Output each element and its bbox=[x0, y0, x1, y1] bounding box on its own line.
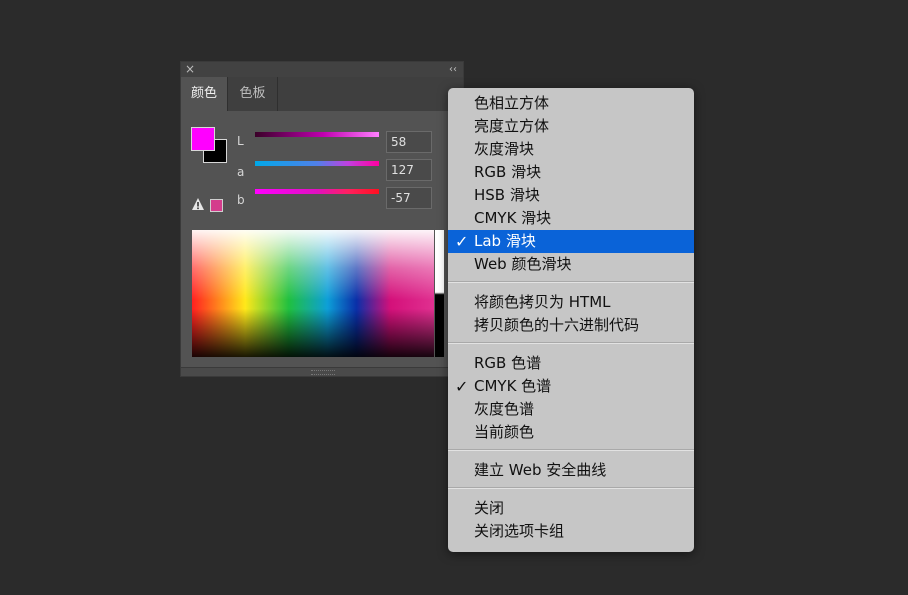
collapse-icon[interactable]: ‹‹ bbox=[449, 62, 457, 77]
l-slider-track[interactable] bbox=[255, 132, 379, 137]
b-slider-track[interactable] bbox=[255, 189, 379, 194]
menu-item[interactable]: 亮度立方体 bbox=[448, 115, 694, 138]
menu-item[interactable]: 色相立方体 bbox=[448, 92, 694, 115]
menu-item[interactable]: 灰度滑块 bbox=[448, 138, 694, 161]
a-slider-track[interactable] bbox=[255, 161, 379, 166]
menu-item-label: Lab 滑块 bbox=[474, 232, 536, 250]
menu-item[interactable]: CMYK 滑块 bbox=[448, 207, 694, 230]
panel-resize-grip[interactable] bbox=[181, 367, 463, 376]
color-panel: × ‹‹ 颜色 色板 ≡ L 58 a 127 b -57 bbox=[180, 61, 464, 377]
menu-item-label: CMYK 色谱 bbox=[474, 377, 552, 395]
menu-item[interactable]: ✓ Lab 滑块 bbox=[448, 230, 694, 253]
a-value-field[interactable]: 127 bbox=[386, 159, 432, 181]
menu-item-label: 亮度立方体 bbox=[474, 117, 550, 135]
panel-tabbar: 颜色 色板 ≡ bbox=[181, 77, 463, 111]
color-panel-menu: 色相立方体亮度立方体灰度滑块 RGB 滑块 HSB 滑块 CMYK 滑块 ✓ Lab 滑块… bbox=[448, 88, 694, 552]
menu-separator bbox=[448, 487, 694, 489]
menu-item[interactable]: Web 颜色滑块 bbox=[448, 253, 694, 276]
menu-item[interactable]: 将颜色拷贝为 HTML bbox=[448, 291, 694, 314]
checkmark-icon: ✓ bbox=[455, 232, 469, 251]
menu-item-label: 色相立方体 bbox=[474, 94, 550, 112]
panel-titlebar: × ‹‹ bbox=[181, 62, 463, 77]
menu-item-label: RGB 滑块 bbox=[474, 163, 542, 181]
menu-separator bbox=[448, 281, 694, 283]
menu-item-label: HSB 滑块 bbox=[474, 186, 540, 204]
menu-item[interactable]: 当前颜色 bbox=[448, 421, 694, 444]
menu-item-label: 关闭 bbox=[474, 499, 505, 517]
menu-separator bbox=[448, 342, 694, 344]
tab-swatches[interactable]: 色板 bbox=[228, 77, 277, 111]
menu-item-label: RGB 色谱 bbox=[474, 354, 542, 372]
menu-item-label: 关闭选项卡组 bbox=[474, 522, 565, 540]
menu-item-label: 将颜色拷贝为 HTML bbox=[474, 293, 611, 311]
menu-item[interactable]: RGB 色谱 bbox=[448, 352, 694, 375]
foreground-color-swatch[interactable] bbox=[191, 127, 215, 151]
menu-item[interactable]: RGB 滑块 bbox=[448, 161, 694, 184]
menu-item-label: CMYK 滑块 bbox=[474, 209, 552, 227]
grip-dots bbox=[311, 370, 335, 375]
b-value-field[interactable]: -57 bbox=[386, 187, 432, 209]
menu-separator bbox=[448, 449, 694, 451]
channel-label-l: L bbox=[237, 134, 244, 148]
menu-item[interactable]: 关闭选项卡组 bbox=[448, 520, 694, 543]
menu-item[interactable]: 灰度色谱 bbox=[448, 398, 694, 421]
channel-label-b: b bbox=[237, 193, 245, 207]
menu-item-label: 拷贝颜色的十六进制代码 bbox=[474, 316, 640, 334]
channel-label-a: a bbox=[237, 165, 245, 179]
close-icon[interactable]: × bbox=[185, 62, 195, 77]
black-white-ramp[interactable] bbox=[435, 230, 444, 357]
menu-item-label: 建立 Web 安全曲线 bbox=[474, 461, 607, 479]
menu-item[interactable]: 建立 Web 安全曲线 bbox=[448, 459, 694, 482]
tab-divider bbox=[277, 77, 278, 111]
menu-item-label: 灰度色谱 bbox=[474, 400, 535, 418]
menu-item[interactable]: HSB 滑块 bbox=[448, 184, 694, 207]
menu-item-label: Web 颜色滑块 bbox=[474, 255, 572, 273]
menu-item[interactable]: 关闭 bbox=[448, 497, 694, 520]
color-spectrum[interactable] bbox=[192, 230, 434, 357]
gamut-warning-icon[interactable] bbox=[191, 197, 205, 211]
menu-item-label: 当前颜色 bbox=[474, 423, 535, 441]
gamut-color-swatch[interactable] bbox=[210, 199, 223, 212]
checkmark-icon: ✓ bbox=[455, 377, 469, 396]
menu-item[interactable]: ✓ CMYK 色谱 bbox=[448, 375, 694, 398]
tab-color[interactable]: 颜色 bbox=[181, 77, 227, 111]
l-value-field[interactable]: 58 bbox=[386, 131, 432, 153]
menu-item[interactable]: 拷贝颜色的十六进制代码 bbox=[448, 314, 694, 337]
menu-item-label: 灰度滑块 bbox=[474, 140, 535, 158]
